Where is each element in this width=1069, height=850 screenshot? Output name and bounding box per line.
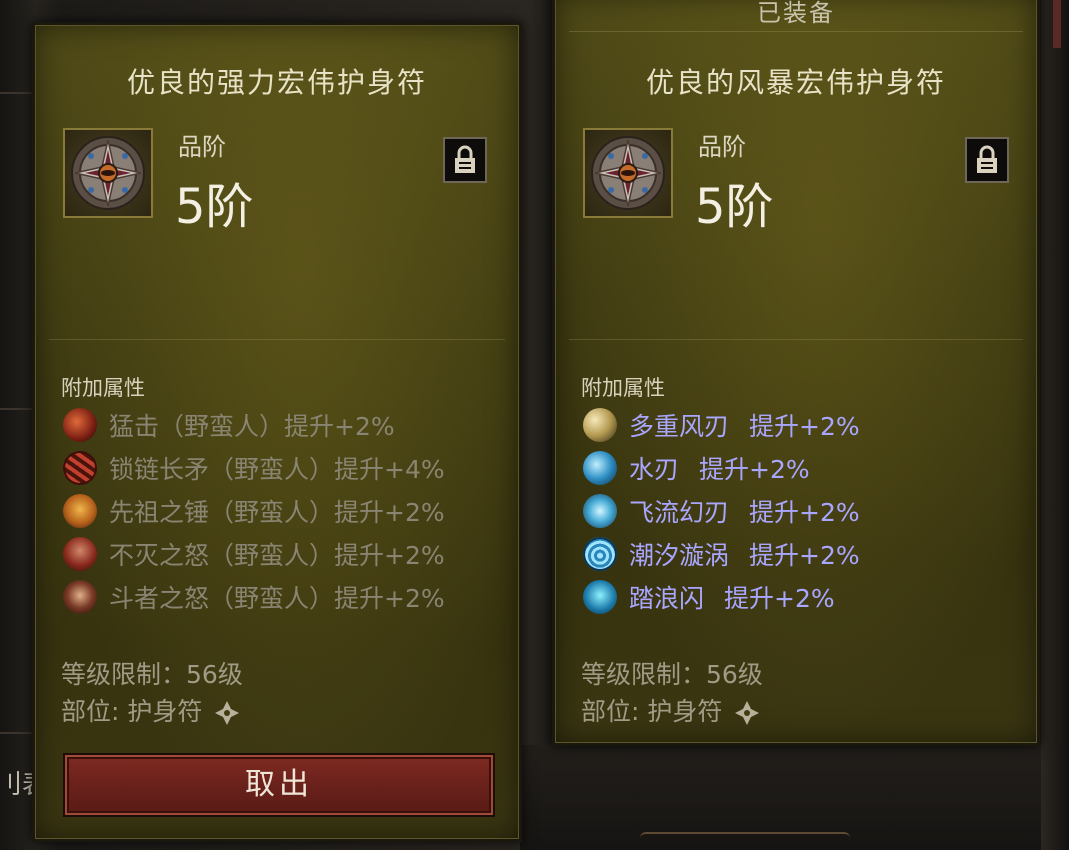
affix-row: 斗者之怒（野蛮人） 提升+2%: [63, 575, 445, 618]
affix-skill-name: 猛击（野蛮人）: [109, 411, 285, 441]
flying-phantom-blade-skill-icon: [583, 493, 617, 528]
affix-row: 水刃 提升+2%: [583, 446, 860, 489]
affix-list: 多重风刃 提升+2% 水刃 提升+2% 飞流幻刃 提升+2% 潮汐漩涡 提升+2…: [583, 403, 860, 618]
lock-icon: [455, 145, 475, 173]
affix-skill-name: 斗者之怒（野蛮人）: [109, 583, 335, 613]
affix-bonus: 提升+4%: [334, 454, 445, 484]
affix-bonus: 提升+2%: [724, 583, 835, 613]
item-title: 优良的风暴宏伟护身符: [645, 66, 946, 99]
affix-skill-name: 多重风刃: [629, 411, 730, 441]
affix-bonus: 提升+2%: [699, 454, 810, 484]
edge-marker: [1053, 0, 1061, 48]
affix-skill-name: 不灭之怒（野蛮人）: [109, 540, 335, 570]
affix-row: 猛击（野蛮人） 提升+2%: [63, 403, 445, 446]
right-edge-bar: [1041, 0, 1069, 850]
affix-bonus: 提升+2%: [749, 411, 860, 441]
item-icon-frame: [63, 128, 153, 218]
affix-header: 附加属性: [581, 376, 665, 400]
slot-label: 部位: 护身符: [61, 697, 203, 726]
affix-header: 附加属性: [61, 376, 145, 400]
amulet-slot-icon: [215, 701, 240, 725]
bottom-frame: [640, 832, 850, 850]
affix-row: 不灭之怒（野蛮人） 提升+2%: [63, 532, 445, 575]
affix-row: 潮汐漩涡 提升+2%: [583, 532, 860, 575]
affix-bonus: 提升+2%: [334, 583, 445, 613]
battle-rage-skill-icon: [63, 579, 97, 614]
slot-label: 部位: 护身符: [581, 697, 723, 726]
chain-spear-skill-icon: [63, 450, 97, 485]
lock-button[interactable]: [965, 137, 1009, 183]
affix-bonus: 提升+2%: [334, 497, 445, 527]
take-out-button[interactable]: 取出: [65, 755, 493, 815]
item-title: 优良的强力宏伟护身符: [126, 66, 427, 99]
ancestral-hammer-skill-icon: [63, 493, 97, 528]
affix-bonus: 提升+2%: [749, 540, 860, 570]
grade-label: 品阶: [178, 133, 226, 161]
affix-row: 锁链长矛（野蛮人） 提升+4%: [63, 446, 445, 489]
wave-step-skill-icon: [583, 579, 617, 614]
amulet-icon: [71, 136, 145, 210]
level-requirement: 等级限制：56级: [581, 660, 763, 689]
equipped-divider: [569, 31, 1023, 32]
affix-row: 先祖之锤（野蛮人） 提升+2%: [63, 489, 445, 532]
tidal-vortex-skill-icon: [583, 536, 617, 571]
lock-button[interactable]: [443, 137, 487, 183]
affix-row: 多重风刃 提升+2%: [583, 403, 860, 446]
item-tooltip-equipped: 已装备 优良的风暴宏伟护身符 品阶 5阶 附加属性 多重风刃 提升+2% 水刃 …: [552, 0, 1040, 746]
slot-info: 部位: 护身符: [581, 692, 760, 728]
equipped-label: 已装备: [757, 0, 835, 27]
section-divider: [569, 339, 1023, 340]
lock-icon: [977, 145, 997, 173]
undying-rage-skill-icon: [63, 536, 97, 571]
affix-skill-name: 潮汐漩涡: [629, 540, 730, 570]
affix-list: 猛击（野蛮人） 提升+2% 锁链长矛（野蛮人） 提升+4% 先祖之锤（野蛮人） …: [63, 403, 445, 618]
bottom-bar: [520, 745, 1041, 850]
grade-label: 品阶: [698, 133, 746, 161]
grade-value: 5阶: [695, 179, 774, 235]
affix-bonus: 提升+2%: [334, 540, 445, 570]
amulet-icon: [591, 136, 665, 210]
affix-skill-name: 锁链长矛（野蛮人）: [109, 454, 335, 484]
affix-skill-name: 飞流幻刃: [629, 497, 730, 527]
affix-skill-name: 踏浪闪: [629, 583, 705, 613]
affix-bonus: 提升+2%: [284, 411, 395, 441]
grade-value: 5阶: [175, 179, 254, 235]
multi-wind-blade-skill-icon: [583, 407, 617, 442]
level-requirement: 等级限制：56级: [61, 660, 243, 689]
affix-row: 飞流幻刃 提升+2%: [583, 489, 860, 532]
section-divider: [49, 339, 505, 340]
bash-skill-icon: [63, 407, 97, 442]
affix-skill-name: 先祖之锤（野蛮人）: [109, 497, 335, 527]
slot-info: 部位: 护身符: [61, 692, 240, 728]
affix-row: 踏浪闪 提升+2%: [583, 575, 860, 618]
water-blade-skill-icon: [583, 450, 617, 485]
affix-bonus: 提升+2%: [749, 497, 860, 527]
amulet-slot-icon: [735, 701, 760, 725]
item-icon-frame: [583, 128, 673, 218]
item-tooltip-stash: 优良的强力宏伟护身符 品阶 5阶 附加属性 猛击（野蛮人） 提升+2% 锁链长矛…: [32, 22, 522, 842]
affix-skill-name: 水刃: [629, 454, 680, 484]
